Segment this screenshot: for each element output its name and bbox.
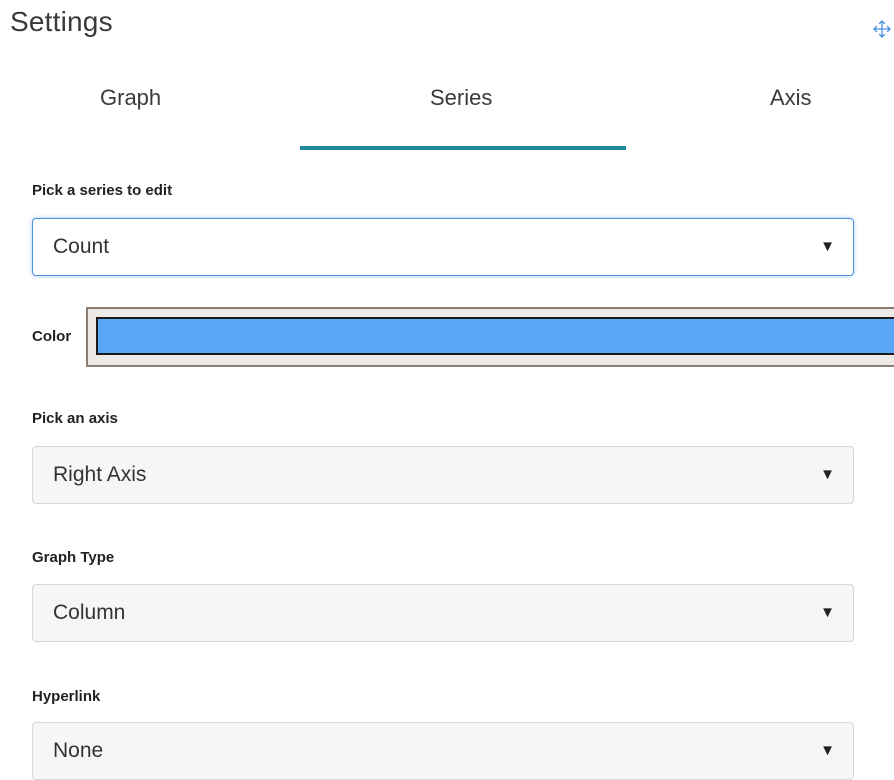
caret-down-icon: ▼ [820,238,835,255]
active-tab-indicator [300,146,626,150]
color-picker[interactable] [86,307,894,367]
graph-type-select[interactable]: Column ▼ [32,584,854,642]
tab-axis[interactable]: Axis [770,85,812,111]
tab-series[interactable]: Series [430,85,492,111]
graph-type-label: Graph Type [32,549,115,566]
hyperlink-select-value: None [53,739,104,762]
axis-select[interactable]: Right Axis ▼ [32,446,854,504]
axis-picker-label: Pick an axis [32,410,118,427]
hyperlink-select[interactable]: None ▼ [32,722,854,780]
hyperlink-label: Hyperlink [32,688,101,705]
page-title: Settings [10,6,113,37]
series-select[interactable]: Count ▼ [32,218,854,276]
series-picker-label: Pick a series to edit [32,182,173,199]
graph-type-select-value: Column [53,601,126,624]
color-label: Color [32,328,72,345]
series-select-value: Count [53,235,110,258]
color-swatch[interactable] [96,317,894,355]
caret-down-icon: ▼ [820,604,835,621]
caret-down-icon: ▼ [820,466,835,483]
tab-graph[interactable]: Graph [100,85,161,111]
caret-down-icon: ▼ [820,742,835,759]
move-arrows-icon[interactable] [870,18,894,40]
axis-select-value: Right Axis [53,463,147,486]
